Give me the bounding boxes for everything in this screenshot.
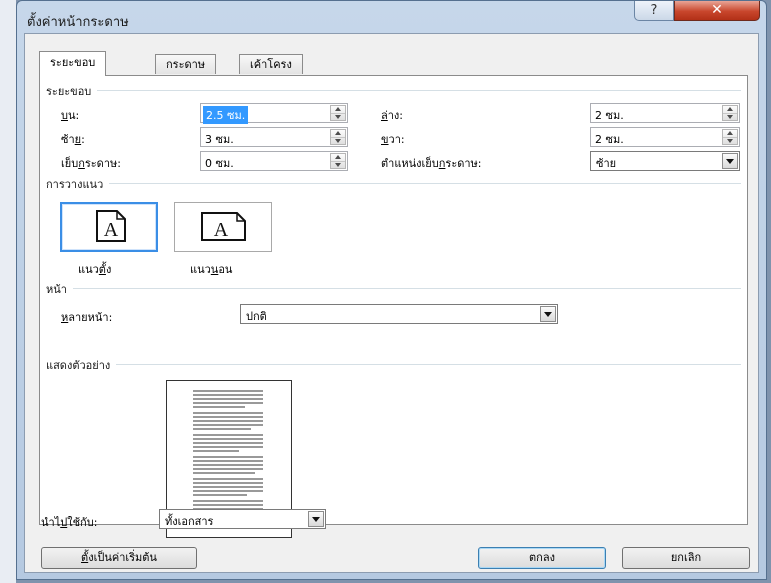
tab-layout[interactable]: เค้าโครง (239, 54, 303, 74)
right-margin-spinner[interactable]: 2 ซม. (590, 127, 740, 147)
apply-to-label: นำไปใช้กับ: (41, 516, 98, 529)
help-button[interactable]: ? (634, 1, 674, 21)
landscape-option[interactable]: A (174, 202, 272, 252)
bottom-margin-value: 2 ซม. (595, 109, 624, 122)
top-margin-value: 2.5 ซม. (203, 106, 249, 124)
page-setup-dialog: ตั้งค่าหน้ากระดาษ ? ✕ ระยะขอบ กระดาษ เค้… (16, 0, 767, 580)
spin-down-icon (727, 139, 733, 143)
close-button[interactable]: ✕ (674, 1, 760, 21)
right-margin-label: ขวา: (381, 133, 405, 146)
margins-divider (46, 90, 741, 91)
apply-to-dropdown[interactable]: ทั้งเอกสาร (159, 509, 326, 529)
dropdown-arrow-icon[interactable] (540, 306, 556, 322)
right-margin-spin-arrows[interactable] (722, 129, 738, 145)
orientation-divider (46, 183, 741, 184)
portrait-option[interactable]: A (60, 202, 158, 252)
spin-up-icon (335, 107, 341, 111)
portrait-page-icon: A (96, 210, 126, 242)
preview-divider (46, 364, 741, 365)
cancel-button[interactable]: ยกเลิก (622, 547, 750, 569)
gutter-position-value: ซ้าย (596, 157, 617, 170)
help-icon: ? (650, 3, 658, 18)
gutter-spinner[interactable]: 0 ซม. (200, 151, 348, 171)
background-window-edge (0, 0, 16, 583)
left-margin-label: ซ้าย: (61, 133, 85, 146)
tab-paper[interactable]: กระดาษ (155, 54, 217, 74)
spin-down-icon (335, 139, 341, 143)
top-margin-label: บน: (61, 109, 80, 122)
set-as-default-button[interactable]: ตั้งเป็นค่าเริ่มต้น (41, 547, 197, 569)
spin-up-icon (335, 131, 341, 135)
spin-up-icon (335, 155, 341, 159)
landscape-label: แนวนอน (190, 263, 233, 276)
top-margin-spinner[interactable]: 2.5 ซม. (200, 103, 348, 124)
portrait-icon-letter: A (104, 219, 119, 241)
left-margin-spin-arrows[interactable] (330, 129, 346, 145)
orientation-section-label: การวางแนว (46, 175, 110, 193)
left-margin-spinner[interactable]: 3 ซม. (200, 127, 348, 147)
spin-down-icon (727, 115, 733, 119)
gutter-label: เย็บกระดาษ: (61, 157, 121, 170)
dropdown-arrow-icon[interactable] (722, 153, 738, 169)
landscape-page-icon: A (201, 212, 246, 241)
bottom-margin-spin-arrows[interactable] (722, 105, 738, 121)
dialog-title: ตั้งค่าหน้ากระดาษ (27, 15, 129, 30)
pages-divider (46, 288, 741, 289)
right-margin-value: 2 ซม. (595, 133, 624, 146)
spin-down-icon (335, 163, 341, 167)
gutter-position-dropdown[interactable]: ซ้าย (590, 151, 740, 171)
spin-down-icon (335, 115, 341, 119)
portrait-label: แนวตั้ง (78, 263, 112, 276)
gutter-position-label: ตำแหน่งเย็บกระดาษ: (381, 157, 482, 170)
gutter-value: 0 ซม. (205, 157, 234, 170)
dropdown-arrow-icon[interactable] (308, 511, 324, 527)
apply-to-value: ทั้งเอกสาร (165, 515, 214, 528)
multiple-pages-label: หลายหน้า: (61, 311, 113, 324)
bottom-margin-label: ล่าง: (381, 109, 404, 122)
gutter-spin-arrows[interactable] (330, 153, 346, 169)
dialog-client-area: ระยะขอบ กระดาษ เค้าโครง ระยะขอบ บน: 2.5 … (24, 33, 759, 573)
left-margin-value: 3 ซม. (205, 133, 234, 146)
tab-margins[interactable]: ระยะขอบ (39, 51, 107, 76)
top-margin-spin-arrows[interactable] (330, 105, 346, 121)
spin-up-icon (727, 131, 733, 135)
spin-up-icon (727, 107, 733, 111)
close-icon: ✕ (711, 2, 723, 18)
landscape-icon-letter: A (214, 219, 229, 241)
pages-section-label: หน้า (46, 280, 73, 298)
ok-button[interactable]: ตกลง (478, 547, 606, 569)
multiple-pages-dropdown[interactable]: ปกติ (240, 304, 558, 324)
bottom-margin-spinner[interactable]: 2 ซม. (590, 103, 740, 123)
margins-section-label: ระยะขอบ (46, 82, 98, 100)
preview-section-label: แสดงตัวอย่าง (46, 356, 117, 374)
multiple-pages-value: ปกติ (246, 310, 267, 323)
margins-tab-panel: ระยะขอบ บน: 2.5 ซม. ล่าง: 2 ซม. ซ้าย: 3 … (39, 75, 748, 538)
